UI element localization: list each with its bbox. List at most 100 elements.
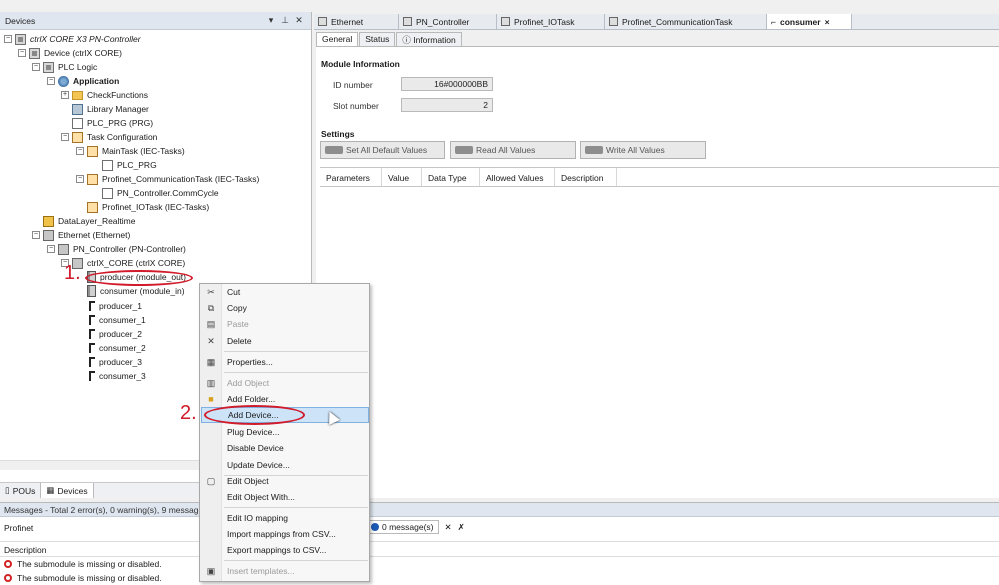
- delete-x-icon: ✕: [207, 335, 215, 346]
- collapse-icon[interactable]: −: [4, 35, 12, 43]
- menu-item-update-device[interactable]: Update Device...: [201, 457, 369, 473]
- tab-information[interactable]: ⓘ Information: [396, 32, 462, 46]
- info-icon: ⓘ: [402, 35, 414, 45]
- collapse-icon[interactable]: −: [32, 231, 40, 239]
- tab-general[interactable]: General: [316, 32, 359, 46]
- tab-consumer[interactable]: ⌐ consumer ×: [767, 14, 852, 29]
- tab-pous[interactable]: ▯ POUs: [0, 483, 42, 498]
- description-column-header[interactable]: Description: [0, 541, 999, 557]
- slot-icon: [89, 371, 95, 381]
- clear-icon[interactable]: ✕: [445, 522, 452, 533]
- close-icon[interactable]: ✕: [292, 15, 306, 26]
- properties-icon: ▦: [206, 356, 216, 367]
- tab-devices[interactable]: ▦ Devices: [41, 483, 94, 498]
- column-value[interactable]: Value: [382, 168, 422, 186]
- menu-item-disable-device[interactable]: Disable Device: [201, 440, 369, 456]
- column-description[interactable]: Description: [555, 168, 617, 186]
- tree-item-commcycle[interactable]: PN_Controller.CommCycle: [102, 186, 219, 200]
- column-allowed-values[interactable]: Allowed Values: [480, 168, 555, 186]
- tree-item-pn-controller[interactable]: − PN_Controller (PN-Controller): [47, 242, 186, 256]
- menu-item-import-csv[interactable]: Import mappings from CSV...: [201, 526, 369, 542]
- menu-item-add-folder[interactable]: ■ Add Folder...: [201, 391, 369, 407]
- read-all-values-button[interactable]: Read All Values: [450, 141, 576, 159]
- tree-item-consumer-3[interactable]: consumer_3: [89, 369, 146, 383]
- tree-item-plc-logic[interactable]: − PLC Logic: [32, 60, 97, 74]
- tree-item-checkfunctions[interactable]: + CheckFunctions: [61, 88, 148, 102]
- tree-item-consumer-2[interactable]: consumer_2: [89, 341, 146, 355]
- tree-item-consumer[interactable]: consumer (module_in): [87, 284, 185, 298]
- collapse-icon[interactable]: −: [47, 77, 55, 85]
- tree-item-datalayer[interactable]: DataLayer_Realtime: [43, 214, 135, 228]
- close-tab-icon[interactable]: ×: [825, 17, 830, 27]
- tree-item-consumer-1[interactable]: consumer_1: [89, 313, 146, 327]
- tree-label: consumer_3: [99, 371, 146, 381]
- clear-all-icon[interactable]: ✗: [458, 522, 465, 533]
- messages-panel: Messages - Total 2 error(s), 0 warning(s…: [0, 502, 999, 585]
- message-row[interactable]: The submodule is missing or disabled.: [4, 573, 162, 583]
- messages-toolbar: 0 message(s) ✕ ✗: [366, 519, 465, 535]
- menu-item-edit-object[interactable]: ▢ Edit Object: [201, 473, 369, 489]
- collapse-icon[interactable]: −: [32, 63, 40, 71]
- info-icon: [371, 523, 379, 531]
- tree-item-producer-2[interactable]: producer_2: [89, 327, 142, 341]
- tree-item-task-config[interactable]: − Task Configuration: [61, 130, 157, 144]
- tree-item-iotask[interactable]: Profinet_IOTask (IEC-Tasks): [87, 200, 209, 214]
- collapse-icon[interactable]: −: [61, 133, 69, 141]
- menu-item-add-object[interactable]: ▥ Add Object: [201, 375, 369, 391]
- editor-tab-bar: Ethernet PN_Controller Profinet_IOTask P…: [314, 14, 999, 30]
- tree-item-producer-1[interactable]: producer_1: [89, 299, 142, 313]
- menu-item-properties[interactable]: ▦ Properties...: [201, 354, 369, 370]
- tree-item-plc-prg[interactable]: PLC_PRG (PRG): [72, 116, 153, 130]
- menu-label: Insert templates...: [227, 566, 295, 576]
- menu-item-copy[interactable]: ⧉ Copy: [201, 300, 369, 316]
- column-data-type[interactable]: Data Type: [422, 168, 480, 186]
- task-icon: [501, 17, 510, 26]
- pn-controller-icon: [58, 243, 69, 255]
- set-all-default-button[interactable]: Set All Default Values: [320, 141, 445, 159]
- tree-item-maintask[interactable]: − MainTask (IEC-Tasks): [76, 144, 185, 158]
- message-row[interactable]: The submodule is missing or disabled.: [4, 559, 162, 569]
- menu-item-cut[interactable]: ✂ Cut: [201, 284, 369, 300]
- tab-status[interactable]: Status: [359, 32, 396, 46]
- menu-item-plug-device[interactable]: Plug Device...: [201, 424, 369, 440]
- tree-label: producer_2: [99, 329, 143, 339]
- menu-item-edit-object-with[interactable]: Edit Object With...: [201, 489, 369, 505]
- menu-label: Update Device...: [227, 460, 290, 470]
- menu-item-insert-templates[interactable]: ▣ Insert templates...: [201, 563, 369, 579]
- collapse-icon[interactable]: −: [76, 175, 84, 183]
- tree-item-device[interactable]: − Device (ctrlX CORE): [18, 46, 122, 60]
- collapse-icon[interactable]: −: [76, 147, 84, 155]
- column-parameters[interactable]: Parameters: [320, 168, 382, 186]
- ethernet-icon: [43, 229, 54, 241]
- add-object-icon: ▥: [206, 377, 216, 388]
- dropdown-icon[interactable]: ▾: [264, 15, 278, 26]
- pin-icon[interactable]: ⊥: [278, 15, 292, 26]
- menu-item-edit-io-mapping[interactable]: Edit IO mapping: [201, 510, 369, 526]
- menu-item-export-csv[interactable]: Export mappings to CSV...: [201, 542, 369, 558]
- tab-profinet-iotask[interactable]: Profinet_IOTask: [497, 14, 605, 29]
- tree-item-producer-3[interactable]: producer_3: [89, 355, 142, 369]
- tab-ethernet[interactable]: Ethernet: [314, 14, 399, 29]
- tree-item-comm-task[interactable]: − Profinet_CommunicationTask (IEC-Tasks): [76, 172, 259, 186]
- collapse-icon[interactable]: −: [18, 49, 26, 57]
- menu-separator: [224, 560, 368, 561]
- write-all-values-button[interactable]: Write All Values: [580, 141, 706, 159]
- messages-filter[interactable]: Profinet: [0, 521, 37, 535]
- tree-item-project[interactable]: − ctrlX CORE X3 PN-Controller: [4, 32, 141, 46]
- tree-label: consumer (module_in): [100, 286, 185, 296]
- tab-profinet-commtask[interactable]: Profinet_CommunicationTask: [605, 14, 767, 29]
- tree-item-library-manager[interactable]: Library Manager: [72, 102, 149, 116]
- module-editor: Module Information ID number 16#000000BB…: [316, 46, 999, 498]
- tree-item-plc-prg-call[interactable]: PLC_PRG: [102, 158, 157, 172]
- menu-label: Cut: [227, 287, 241, 297]
- tree-item-ethernet[interactable]: − Ethernet (Ethernet): [32, 228, 130, 242]
- menu-item-paste[interactable]: ▤ Paste: [201, 316, 369, 332]
- info-messages-button[interactable]: 0 message(s): [366, 520, 439, 534]
- expand-icon[interactable]: +: [61, 91, 69, 99]
- tab-pn-controller[interactable]: PN_Controller: [399, 14, 497, 29]
- menu-item-delete[interactable]: ✕ Delete: [201, 333, 369, 349]
- context-menu: ✂ Cut ⧉ Copy ▤ Paste ✕ Delete ▦ Properties...…: [199, 283, 370, 582]
- tab-label: Information: [413, 35, 456, 45]
- collapse-icon[interactable]: −: [47, 245, 55, 253]
- tree-item-application[interactable]: − Application: [47, 74, 119, 88]
